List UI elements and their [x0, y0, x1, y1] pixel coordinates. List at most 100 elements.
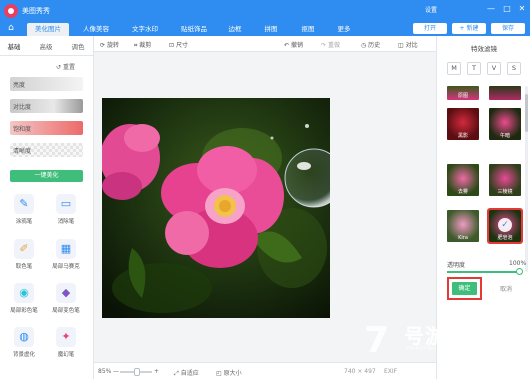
opacity-slider-handle[interactable] — [516, 268, 523, 275]
tab-beautify[interactable]: 美化图片 — [27, 23, 69, 36]
tool-color-picker[interactable]: ✐ 取色笔 — [10, 239, 38, 275]
tool-label: 背景虚化 — [12, 352, 35, 358]
confirm-button[interactable]: 确定 — [452, 282, 477, 295]
fit-button[interactable]: ⤢ 自适应 — [174, 368, 199, 378]
filter-item[interactable]: 午暗 — [489, 108, 521, 140]
filter-label: 肥皂泡 — [497, 235, 513, 241]
opacity-value: 100% — [509, 260, 527, 267]
subtab-basic[interactable]: 基础 — [4, 41, 24, 53]
close-button[interactable]: ✕ — [517, 4, 527, 14]
subtab-divider — [0, 55, 94, 56]
filter-label: 原图 — [457, 93, 468, 99]
main-nav: ⌂ 美化图片 人像美容 文字水印 贴纸饰品 边框 拼图 抠图 更多 打开 + 新… — [0, 21, 530, 36]
zoom-in-button[interactable]: + — [154, 368, 159, 375]
settings-button[interactable]: 设置 — [425, 5, 437, 14]
original-size-label: 原大小 — [223, 370, 242, 377]
redo-button[interactable]: ↷ 重做 — [321, 40, 340, 49]
tool-background-blur[interactable]: ◍ 背景虚化 — [10, 327, 38, 363]
filter-item[interactable]: 三棱镜 — [489, 164, 521, 196]
tab-text-watermark[interactable]: 文字水印 — [124, 23, 166, 36]
resize-button[interactable]: ⊡ 尺寸 — [169, 40, 188, 49]
cancel-button[interactable]: 取消 — [492, 283, 520, 296]
filter-mode-m[interactable]: M — [447, 62, 461, 75]
filter-original[interactable]: 原图 — [447, 86, 479, 100]
tool-eraser-pen[interactable]: ▭ 消除笔 — [52, 194, 80, 230]
saturation-slider[interactable]: 饱和度 — [10, 121, 83, 135]
opacity-slider[interactable] — [447, 271, 521, 273]
filter-item[interactable]: Kira — [447, 210, 479, 242]
compare-button[interactable]: ◫ 对比 — [398, 40, 418, 49]
blur-icon: ◍ — [14, 327, 34, 347]
zoom-out-button[interactable]: — — [113, 368, 119, 375]
site-watermark: 7 号游戏网 7HAOYOUXIWANG 游戏 — [364, 318, 504, 368]
reset-icon: ↺ — [56, 64, 63, 71]
opacity-label: 透明度 — [447, 262, 466, 269]
original-size-button[interactable]: ◰ 原大小 — [216, 368, 242, 377]
filter-item[interactable]: 去雾 — [447, 164, 479, 196]
reset-button[interactable]: ↺ 重置 — [56, 62, 75, 71]
tab-stickers[interactable]: 贴纸饰品 — [173, 23, 215, 36]
tool-magic-pen[interactable]: ✦ 魔幻笔 — [52, 327, 80, 363]
resize-label: 尺寸 — [175, 42, 188, 49]
zoom-level: 85% — [98, 368, 112, 375]
filter-label: 三棱镜 — [497, 189, 513, 195]
subtab-advanced[interactable]: 高级 — [36, 41, 56, 53]
filter-item[interactable]: 黑影 — [447, 108, 479, 140]
saturation-label: 饱和度 — [13, 126, 32, 133]
tab-portrait[interactable]: 人像美容 — [76, 23, 116, 36]
filter-mode-t[interactable]: T — [467, 62, 481, 75]
app-window: 美图秀秀 设置 — □ ✕ ⌂ 美化图片 人像美容 文字水印 贴纸饰品 边框 拼… — [0, 0, 530, 379]
resize-icon: ⊡ — [169, 42, 176, 49]
new-button[interactable]: + 新建 — [452, 23, 486, 34]
undo-button[interactable]: ↶ 撤销 — [284, 40, 303, 49]
home-icon[interactable]: ⌂ — [4, 23, 18, 34]
watermark-logo: 7 — [364, 320, 390, 361]
title-bar: 美图秀秀 设置 — □ ✕ — [0, 0, 530, 21]
tool-label: 魔幻笔 — [57, 352, 75, 358]
filter-item[interactable] — [489, 86, 521, 100]
minimize-button[interactable]: — — [486, 4, 496, 14]
tab-collage[interactable]: 拼图 — [258, 23, 284, 36]
filter-label: 去雾 — [457, 189, 468, 195]
tool-doodle-pen[interactable]: ✎ 涂鸦笔 — [10, 194, 38, 230]
tool-local-mosaic[interactable]: ▦ 局部马赛克 — [52, 239, 80, 275]
edited-photo[interactable] — [102, 98, 330, 318]
tool-label: 局部变色笔 — [52, 308, 80, 314]
open-button[interactable]: 打开 — [413, 23, 447, 34]
contrast-slider[interactable]: 对比度 — [10, 99, 83, 113]
history-button[interactable]: ◷ 历史 — [361, 40, 380, 49]
rose-photo-drawing — [102, 98, 330, 318]
original-size-icon: ◰ — [216, 370, 224, 377]
maximize-button[interactable]: □ — [502, 4, 512, 14]
compare-label: 对比 — [405, 42, 418, 49]
tool-local-color-brush[interactable]: ◉ 局部彩色笔 — [10, 283, 38, 319]
filter-scrollbar-thumb[interactable] — [525, 94, 528, 132]
tab-cutout[interactable]: 抠图 — [295, 23, 321, 36]
undo-icon: ↶ — [284, 42, 291, 49]
zoom-slider-handle[interactable] — [134, 368, 140, 376]
rotate-button[interactable]: ⟳ 旋转 — [100, 40, 119, 49]
contrast-label: 对比度 — [13, 104, 32, 111]
brightness-slider[interactable]: 亮度 — [10, 77, 83, 91]
tool-local-recolor-brush[interactable]: ◆ 局部变色笔 — [52, 283, 80, 319]
rotate-icon: ⟳ — [100, 42, 107, 49]
left-panel: 基础 高级 调色 ↺ 重置 亮度 对比度 饱和度 清晰度 一键美化 ✎ 涂鸦笔 … — [0, 36, 94, 379]
crop-label: 裁剪 — [139, 42, 152, 49]
exif-button[interactable]: EXIF — [384, 368, 397, 375]
filter-mode-s[interactable]: S — [507, 62, 521, 75]
save-button[interactable]: 保存 — [491, 23, 525, 34]
filter-mode-v[interactable]: V — [487, 62, 501, 75]
redo-icon: ↷ — [321, 42, 328, 49]
one-click-beautify-button[interactable]: 一键美化 — [10, 170, 83, 182]
sharpness-slider[interactable]: 清晰度 — [10, 143, 83, 157]
check-icon: ✓ — [498, 218, 512, 232]
history-label: 历史 — [368, 42, 381, 49]
tool-label: 取色笔 — [15, 264, 33, 270]
tab-more[interactable]: 更多 — [331, 23, 357, 36]
filter-soap-bubble[interactable]: ✓ 肥皂泡 — [487, 208, 523, 244]
tab-border[interactable]: 边框 — [222, 23, 248, 36]
reset-label: 重置 — [62, 64, 75, 71]
subtab-color[interactable]: 调色 — [68, 41, 88, 53]
effects-panel-title: 特效滤镜 — [471, 45, 497, 53]
crop-button[interactable]: ⌗ 裁剪 — [134, 40, 151, 50]
